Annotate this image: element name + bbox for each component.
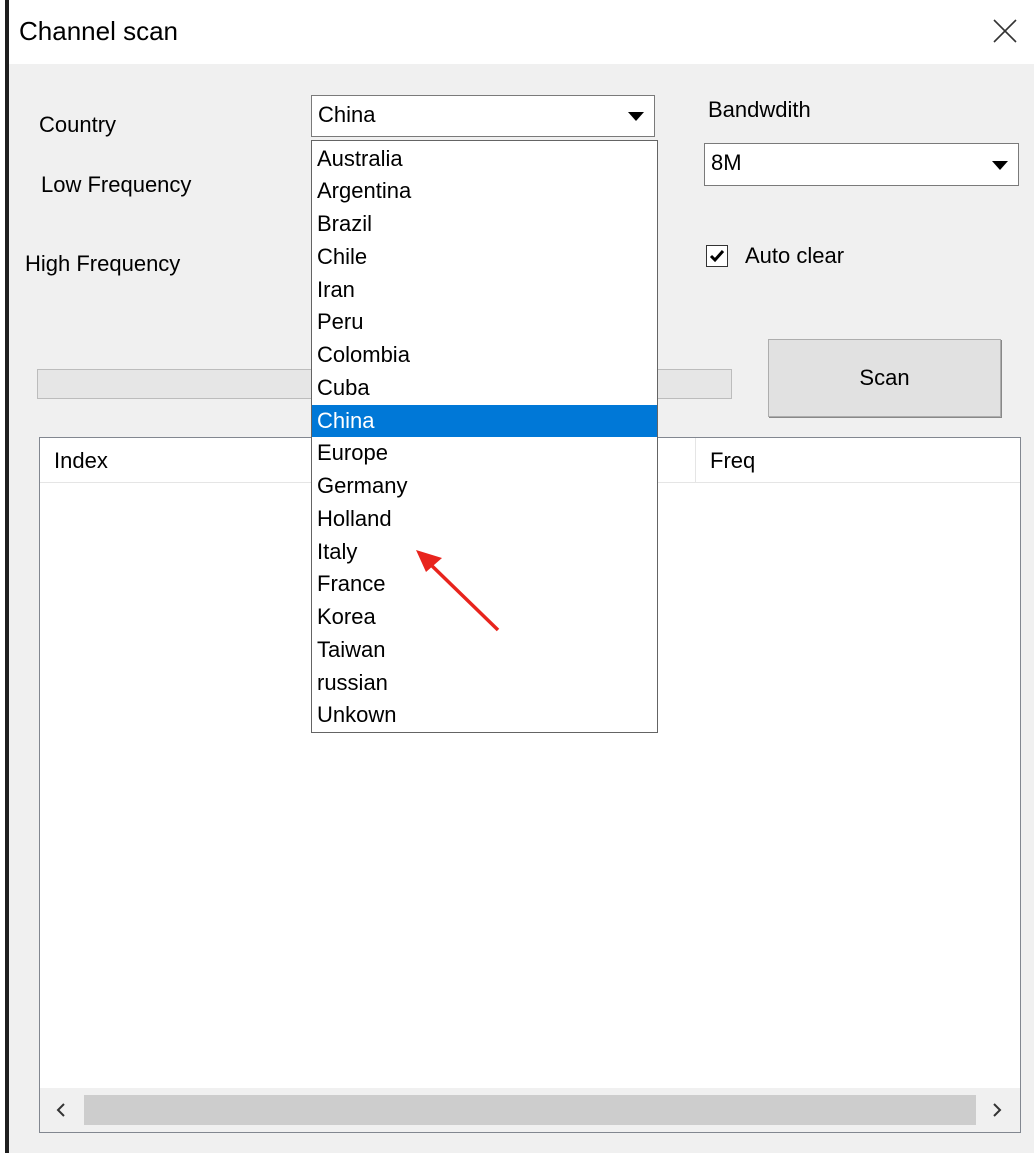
- scroll-left-button[interactable]: [40, 1088, 84, 1132]
- country-option[interactable]: Peru: [312, 306, 657, 338]
- low-frequency-label: Low Frequency: [41, 172, 192, 197]
- auto-clear-checkbox[interactable]: [706, 245, 728, 267]
- chevron-right-icon: [993, 1103, 1002, 1117]
- country-option[interactable]: Germany: [312, 470, 657, 502]
- country-option[interactable]: Holland: [312, 503, 657, 535]
- checkmark-icon: [709, 250, 725, 263]
- bandwidth-label: Bandwdith: [708, 97, 811, 122]
- country-option[interactable]: russian: [312, 667, 657, 699]
- chevron-down-icon[interactable]: [624, 96, 648, 136]
- country-option[interactable]: Chile: [312, 241, 657, 273]
- close-icon: [993, 19, 1017, 43]
- scan-button[interactable]: Scan: [768, 339, 1001, 417]
- country-option[interactable]: Argentina: [312, 175, 657, 207]
- scan-button-label: Scan: [859, 365, 910, 390]
- window-left-edge: [0, 0, 9, 1153]
- country-option[interactable]: Australia: [312, 143, 657, 175]
- country-option-selected[interactable]: China: [312, 405, 657, 437]
- close-button[interactable]: [974, 0, 1034, 64]
- country-select[interactable]: China: [311, 95, 655, 137]
- chevron-left-icon: [56, 1103, 65, 1117]
- horizontal-scrollbar[interactable]: [40, 1088, 1020, 1132]
- country-option[interactable]: Europe: [312, 437, 657, 469]
- annotation-arrow: [416, 550, 500, 632]
- country-label: Country: [39, 112, 117, 137]
- high-frequency-label: High Frequency: [25, 251, 181, 276]
- bandwidth-select-value: 8M: [711, 150, 742, 175]
- channel-scan-dialog: Channel scan Country Low Frequency High …: [0, 0, 1034, 1153]
- country-option[interactable]: Brazil: [312, 208, 657, 240]
- bandwidth-select[interactable]: 8M: [704, 143, 1019, 186]
- chevron-down-icon[interactable]: [988, 144, 1012, 185]
- country-option[interactable]: Colombia: [312, 339, 657, 371]
- country-dropdown-list[interactable]: Australia Argentina Brazil Chile Iran Pe…: [311, 140, 658, 733]
- country-option[interactable]: Unkown: [312, 699, 657, 731]
- country-option[interactable]: Cuba: [312, 372, 657, 404]
- title-bar: Channel scan: [9, 0, 1034, 64]
- scrollbar-thumb[interactable]: [84, 1095, 976, 1125]
- window-title: Channel scan: [19, 16, 178, 46]
- scroll-right-button[interactable]: [976, 1088, 1020, 1132]
- column-header-freq[interactable]: Freq: [696, 438, 1020, 482]
- auto-clear-label: Auto clear: [745, 243, 845, 268]
- country-select-value: China: [318, 102, 376, 127]
- country-option[interactable]: Iran: [312, 274, 657, 306]
